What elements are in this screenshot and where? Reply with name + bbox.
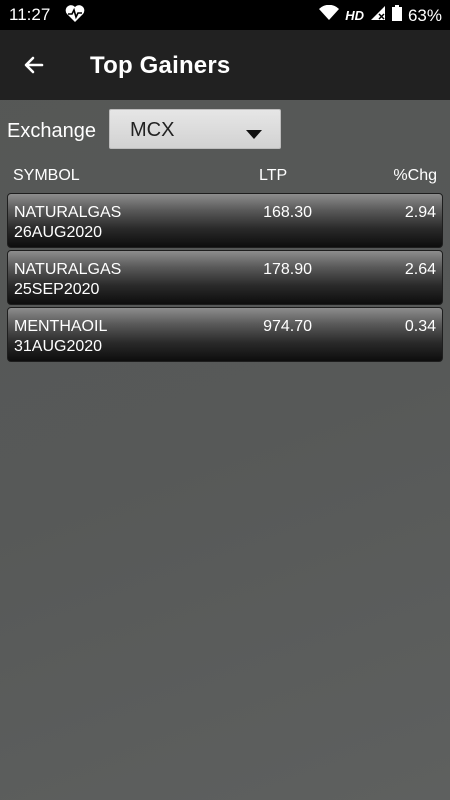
column-header-chg: %Chg (393, 167, 437, 184)
table-row[interactable]: NATURALGAS 26AUG2020 168.30 2.94 (7, 193, 443, 248)
column-header-symbol: SYMBOL (13, 167, 80, 184)
row-expiry: 26AUG2020 (14, 224, 103, 241)
battery-icon (391, 5, 402, 26)
table-row[interactable]: MENTHAOIL 31AUG2020 974.70 0.34 (7, 307, 443, 362)
exchange-selected-value: MCX (130, 119, 175, 141)
row-ltp: 974.70 (263, 318, 312, 335)
row-ltp: 178.90 (263, 261, 312, 278)
row-symbol: NATURALGAS (14, 204, 122, 221)
exchange-dropdown[interactable]: MCX (109, 109, 281, 149)
table-row[interactable]: NATURALGAS 25SEP2020 178.90 2.64 (7, 250, 443, 305)
row-chg: 0.34 (404, 318, 436, 335)
row-symbol: NATURALGAS (14, 261, 122, 278)
status-time: 11:27 (9, 5, 51, 24)
status-bar: 11:27 HD 63% (0, 0, 450, 30)
row-chg: 2.64 (404, 261, 436, 278)
app-bar: Top Gainers (0, 30, 450, 100)
arrow-left-icon (24, 56, 44, 74)
row-expiry: 25SEP2020 (14, 281, 100, 298)
network-type-label: HD (345, 8, 364, 23)
battery-percent: 63% (407, 5, 442, 25)
caret-down-icon (246, 126, 262, 144)
row-expiry: 31AUG2020 (14, 338, 103, 355)
exchange-label: Exchange (7, 120, 96, 142)
signal-icon (370, 5, 386, 26)
gainers-list: NATURALGAS 26AUG2020 168.30 2.94 NATURAL… (7, 193, 443, 364)
row-ltp: 168.30 (263, 204, 312, 221)
row-symbol: MENTHAOIL (14, 318, 108, 335)
wifi-icon (319, 4, 340, 26)
row-chg: 2.94 (404, 204, 436, 221)
page-title: Top Gainers (90, 52, 231, 79)
back-button[interactable] (16, 47, 52, 83)
heart-pulse-icon (64, 4, 86, 29)
column-header-ltp: LTP (259, 167, 288, 184)
